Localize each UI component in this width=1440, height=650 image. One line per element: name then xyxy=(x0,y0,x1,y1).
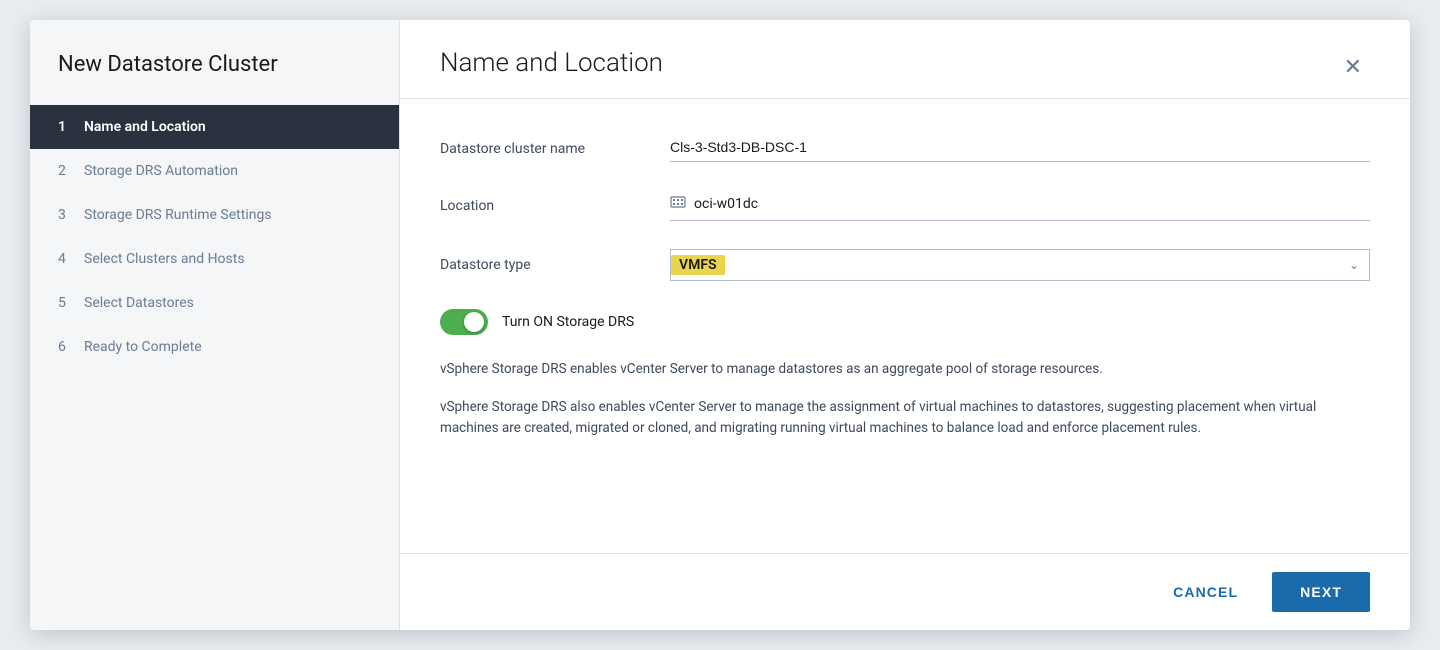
storage-drs-toggle-label: Turn ON Storage DRS xyxy=(502,314,634,330)
wizard-sidebar: New Datastore Cluster 1 Name and Locatio… xyxy=(30,20,400,630)
storage-drs-toggle[interactable] xyxy=(440,309,488,335)
step-6-label: Ready to Complete xyxy=(84,339,202,355)
step-6-num: 6 xyxy=(58,339,74,355)
form-area: Datastore cluster name Location xyxy=(400,99,1410,553)
description-2: vSphere Storage DRS also enables vCenter… xyxy=(440,397,1370,440)
location-label: Location xyxy=(440,198,670,214)
main-header: Name and Location ✕ xyxy=(400,20,1410,99)
step-3-num: 3 xyxy=(58,207,74,223)
sidebar-title: New Datastore Cluster xyxy=(30,20,399,105)
dialog-footer: CANCEL NEXT xyxy=(400,553,1410,630)
datastore-name-row: Datastore cluster name xyxy=(440,135,1370,162)
wizard-step-4[interactable]: 4 Select Clusters and Hosts xyxy=(30,237,399,281)
location-control: oci-w01dc xyxy=(670,190,1370,221)
step-1-label: Name and Location xyxy=(84,119,206,135)
datastore-type-select[interactable]: VMFS ⌄ xyxy=(670,249,1370,281)
cancel-button[interactable]: CANCEL xyxy=(1155,574,1256,610)
main-title: Name and Location xyxy=(440,48,663,78)
wizard-step-6[interactable]: 6 Ready to Complete xyxy=(30,325,399,369)
storage-drs-toggle-row: Turn ON Storage DRS xyxy=(440,309,1370,335)
location-row: Location xyxy=(440,190,1370,221)
vmfs-option: VMFS xyxy=(671,255,725,275)
datastore-cluster-name-input[interactable] xyxy=(670,135,1370,162)
step-2-label: Storage DRS Automation xyxy=(84,163,238,179)
datastore-type-row: Datastore type VMFS ⌄ xyxy=(440,249,1370,281)
datastore-type-label: Datastore type xyxy=(440,257,670,273)
wizard-step-5[interactable]: 5 Select Datastores xyxy=(30,281,399,325)
step-4-label: Select Clusters and Hosts xyxy=(84,251,245,267)
step-4-num: 4 xyxy=(58,251,74,267)
location-text: oci-w01dc xyxy=(694,196,758,212)
step-5-num: 5 xyxy=(58,295,74,311)
close-button[interactable]: ✕ xyxy=(1336,52,1370,82)
description-1: vSphere Storage DRS enables vCenter Serv… xyxy=(440,359,1370,381)
next-button[interactable]: NEXT xyxy=(1272,572,1370,612)
datacenter-icon xyxy=(670,194,686,214)
wizard-step-3[interactable]: 3 Storage DRS Runtime Settings xyxy=(30,193,399,237)
step-1-num: 1 xyxy=(58,119,74,135)
datastore-type-control: VMFS ⌄ xyxy=(670,249,1370,281)
wizard-steps: 1 Name and Location 2 Storage DRS Automa… xyxy=(30,105,399,369)
wizard-step-1[interactable]: 1 Name and Location xyxy=(30,105,399,149)
main-panel: Name and Location ✕ Datastore cluster na… xyxy=(400,20,1410,630)
datastore-type-select-wrapper: VMFS ⌄ xyxy=(670,249,1370,281)
new-datastore-cluster-dialog: New Datastore Cluster 1 Name and Locatio… xyxy=(30,20,1410,630)
chevron-down-icon: ⌄ xyxy=(1349,258,1359,272)
wizard-step-2[interactable]: 2 Storage DRS Automation xyxy=(30,149,399,193)
step-2-num: 2 xyxy=(58,163,74,179)
step-3-label: Storage DRS Runtime Settings xyxy=(84,207,272,223)
step-5-label: Select Datastores xyxy=(84,295,194,311)
location-value[interactable]: oci-w01dc xyxy=(670,190,1370,221)
datastore-name-control xyxy=(670,135,1370,162)
datastore-name-label: Datastore cluster name xyxy=(440,141,670,157)
toggle-thumb xyxy=(464,312,484,332)
